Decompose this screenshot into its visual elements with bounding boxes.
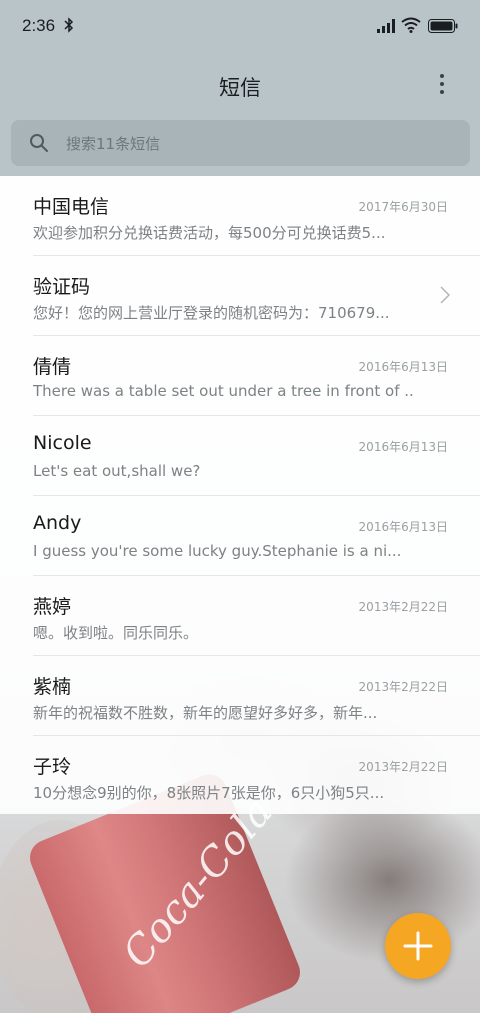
- conversation-row[interactable]: 倩倩 2016年6月13日 There was a table set out …: [0, 336, 480, 416]
- sender-name: Nicole: [33, 432, 92, 454]
- message-date: 2016年6月13日: [358, 360, 448, 374]
- more-vertical-icon[interactable]: [437, 73, 447, 95]
- message-date: 2016年6月13日: [358, 520, 448, 534]
- status-bar: 2:36: [0, 0, 480, 56]
- message-date: 2017年6月30日: [358, 200, 448, 214]
- conversation-row[interactable]: 子玲 2013年2月22日 10分想念9别的你，8张照片7张是你，6只小狗5只.…: [0, 736, 480, 816]
- search-placeholder: 搜索11条短信: [66, 135, 161, 153]
- new-message-button[interactable]: [385, 913, 451, 979]
- message-preview: There was a table set out under a tree i…: [33, 382, 413, 400]
- sender-name: Andy: [33, 512, 82, 534]
- message-preview: I guess you're some lucky guy.Stephanie …: [33, 542, 402, 560]
- conversation-row[interactable]: 燕婷 2013年2月22日 嗯。收到啦。同乐同乐。: [0, 576, 480, 656]
- message-preview: 您好！您的网上营业厅登录的随机密码为：710679...: [33, 304, 390, 322]
- sender-name: 倩倩: [33, 356, 72, 378]
- message-date: 2013年2月22日: [358, 760, 448, 774]
- app-header: 短信 搜索11条短信: [0, 56, 480, 176]
- wifi-icon: [401, 17, 421, 37]
- message-date: 2013年2月22日: [358, 600, 448, 614]
- conversation-row[interactable]: 中国电信 2017年6月30日 欢迎参加积分兑换话费活动，每500分可兑换话费5…: [0, 176, 480, 256]
- chevron-right-icon: [440, 286, 451, 308]
- status-time: 2:36: [22, 16, 56, 35]
- search-input[interactable]: 搜索11条短信: [11, 120, 470, 166]
- sender-name: 子玲: [33, 756, 72, 778]
- bluetooth-icon: [64, 17, 74, 37]
- conversation-row[interactable]: Nicole 2016年6月13日 Let's eat out,shall we…: [0, 416, 480, 496]
- sender-name: 紫楠: [33, 676, 72, 698]
- battery-icon: [428, 18, 458, 37]
- message-preview: Let's eat out,shall we?: [33, 462, 201, 480]
- conversation-list: 中国电信 2017年6月30日 欢迎参加积分兑换话费活动，每500分可兑换话费5…: [0, 176, 480, 814]
- signal-icon: [377, 18, 395, 37]
- message-preview: 欢迎参加积分兑换话费活动，每500分可兑换话费5...: [33, 224, 386, 242]
- plus-icon: [403, 931, 433, 961]
- page-title: 短信: [219, 76, 261, 100]
- conversation-row[interactable]: 紫楠 2013年2月22日 新年的祝福数不胜数，新年的愿望好多好多，新年...: [0, 656, 480, 736]
- sender-name: 中国电信: [33, 196, 110, 218]
- search-icon: [29, 133, 49, 157]
- message-date: 2013年2月22日: [358, 680, 448, 694]
- conversation-row[interactable]: Andy 2016年6月13日 I guess you're some luck…: [0, 496, 480, 576]
- message-preview: 10分想念9别的你，8张照片7张是你，6只小狗5只...: [33, 784, 385, 802]
- conversation-row[interactable]: 验证码 您好！您的网上营业厅登录的随机密码为：710679...: [0, 256, 480, 336]
- message-date: 2016年6月13日: [358, 440, 448, 454]
- message-preview: 新年的祝福数不胜数，新年的愿望好多好多，新年...: [33, 704, 378, 722]
- sender-name: 验证码: [33, 276, 91, 298]
- sender-name: 燕婷: [33, 596, 72, 618]
- message-preview: 嗯。收到啦。同乐同乐。: [33, 624, 199, 642]
